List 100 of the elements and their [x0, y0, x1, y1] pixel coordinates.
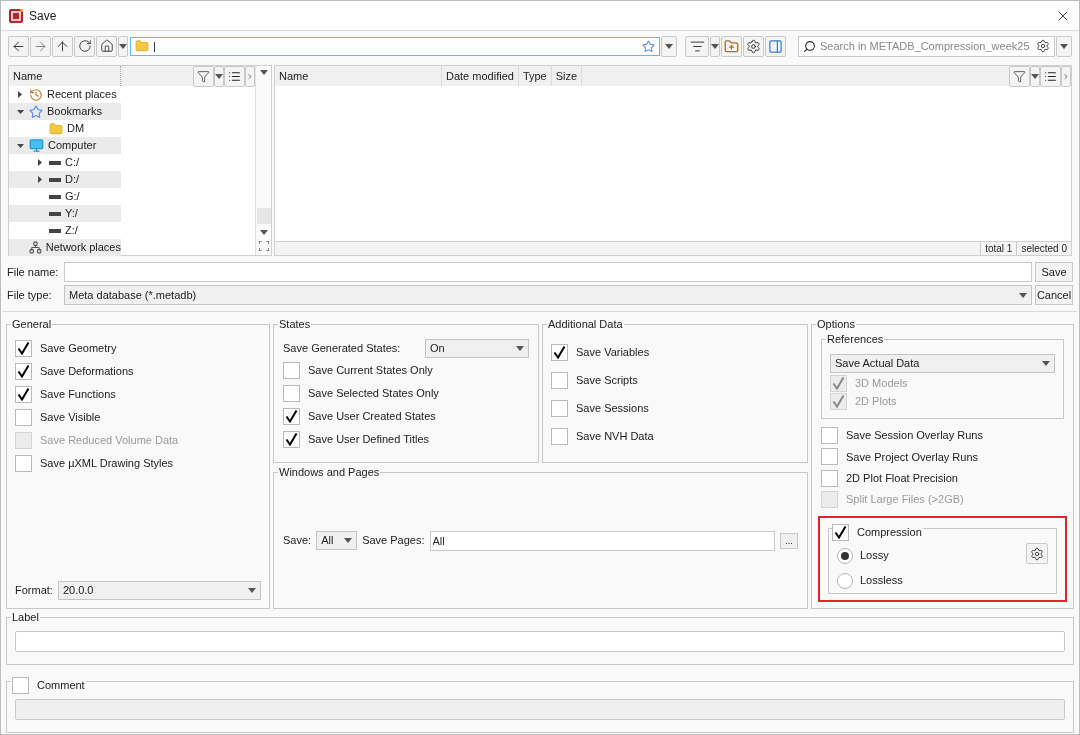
scrollbar[interactable] [255, 66, 271, 255]
drive-icon [49, 228, 61, 233]
checkbox[interactable] [821, 469, 838, 487]
checkbox[interactable] [15, 340, 32, 357]
check-icon [285, 410, 298, 423]
file-name-input[interactable] [64, 262, 1032, 282]
filter-button[interactable] [193, 65, 214, 87]
checkbox[interactable] [12, 677, 29, 694]
checkbox[interactable] [15, 409, 32, 426]
tree-item[interactable]: Y:/ [9, 205, 121, 222]
checkbox[interactable] [283, 385, 300, 402]
dropdown[interactable]: All [316, 531, 358, 550]
checkbox-label: Save Geometry [40, 341, 117, 357]
checkbox[interactable] [821, 448, 838, 466]
history-dropdown-button[interactable] [118, 35, 128, 57]
radio-button[interactable] [837, 572, 853, 589]
refresh-button[interactable] [74, 35, 95, 57]
clock-icon [29, 87, 43, 102]
checkbox-label: Save Variables [576, 345, 650, 361]
expand-arrow-icon[interactable] [38, 159, 42, 166]
checkbox[interactable] [15, 386, 32, 403]
field-label: File name: [7, 264, 60, 280]
checkbox[interactable] [283, 431, 300, 448]
sort-button[interactable] [685, 35, 709, 57]
checkbox[interactable] [15, 363, 32, 380]
star-icon[interactable] [642, 39, 655, 53]
dialog-button[interactable]: Cancel [1035, 285, 1073, 305]
forward-button[interactable] [30, 35, 51, 57]
checkbox[interactable] [551, 344, 568, 361]
panel-toggle-button[interactable] [765, 35, 786, 57]
checkbox-label: Save Project Overlay Runs [846, 449, 979, 465]
tree-label: C:/ [65, 155, 80, 171]
back-button[interactable] [8, 35, 29, 57]
expand-arrow-icon[interactable] [38, 176, 42, 183]
filter-dropdown-button[interactable] [214, 65, 224, 87]
caret-icon [1060, 43, 1068, 49]
checkbox-label: Save User Created States [308, 409, 436, 425]
checkbox[interactable] [551, 400, 568, 417]
scroll-up-icon [259, 70, 268, 75]
checkbox[interactable] [283, 362, 300, 379]
view-button[interactable] [224, 65, 245, 87]
collapse-arrow-icon[interactable] [16, 109, 24, 114]
path-dropdown-button[interactable] [661, 35, 677, 57]
setting-label: Save Pages: [362, 533, 425, 549]
up-button[interactable] [52, 35, 73, 57]
dropdown[interactable]: Save Actual Data [830, 354, 1055, 373]
label-input[interactable] [15, 630, 1065, 652]
search-field[interactable]: Search in METADB_Compression_week25 [798, 35, 1055, 57]
drive-icon [49, 160, 61, 165]
checkbox-label: 2D Plot Float Precision [846, 470, 958, 486]
tree-label: Bookmarks [47, 104, 103, 120]
tree-item[interactable]: Computer [9, 137, 121, 154]
path-field[interactable]: | [130, 36, 660, 56]
checkbox[interactable] [551, 428, 568, 445]
checkbox[interactable] [551, 372, 568, 389]
compression-settings-button[interactable] [1026, 543, 1048, 564]
home-button[interactable] [96, 35, 117, 57]
sort-dropdown-button[interactable] [710, 35, 720, 57]
browse-button[interactable]: ... [780, 532, 798, 549]
status-text: total 1 [980, 242, 1017, 255]
dropdown[interactable]: On [425, 338, 529, 358]
settings-icon[interactable] [1036, 39, 1050, 53]
checkbox[interactable] [283, 408, 300, 425]
expand-arrow-icon[interactable] [18, 91, 22, 98]
radio-button[interactable] [837, 547, 853, 564]
check-icon [17, 365, 30, 378]
column-header[interactable]: Date modified [442, 66, 519, 86]
tree-item[interactable]: Network places [9, 239, 121, 256]
check-icon [285, 433, 298, 446]
drive-icon [49, 194, 61, 199]
search-dropdown-button[interactable] [1056, 35, 1072, 57]
folder-plus-icon [724, 38, 739, 54]
checkbox[interactable] [15, 455, 32, 472]
scroll-thumb[interactable] [256, 208, 271, 224]
home-icon [99, 39, 114, 53]
folder-icon [49, 121, 63, 136]
checkbox[interactable] [821, 427, 838, 445]
column-header[interactable]: Name [275, 66, 442, 86]
dropdown[interactable]: 20.0.0 [57, 581, 261, 600]
checkbox[interactable] [832, 524, 849, 541]
back-icon [11, 38, 26, 54]
collapse-arrow-icon[interactable] [16, 143, 24, 148]
view-button[interactable] [1040, 65, 1061, 87]
filter-button[interactable] [1009, 65, 1030, 87]
group-title: Additional Data [548, 317, 623, 331]
caret-icon [711, 43, 719, 49]
tree-item[interactable]: D:/ [9, 171, 121, 188]
pages-input[interactable]: All [429, 530, 775, 551]
checkbox-label: Save Functions [40, 387, 116, 403]
settings-button[interactable] [743, 35, 764, 57]
tree-label: D:/ [65, 172, 80, 188]
column-header[interactable]: Type [518, 66, 552, 86]
refresh-icon [77, 39, 92, 53]
new-folder-button[interactable] [721, 35, 742, 57]
dialog-button[interactable]: Save [1035, 262, 1073, 282]
column-header[interactable]: Size [551, 66, 583, 86]
tree-item[interactable]: Bookmarks [9, 103, 121, 120]
filter-dropdown-button[interactable] [1030, 65, 1040, 87]
list-icon [1044, 69, 1057, 83]
dropdown[interactable]: Meta database (*.metadb) [64, 285, 1032, 305]
